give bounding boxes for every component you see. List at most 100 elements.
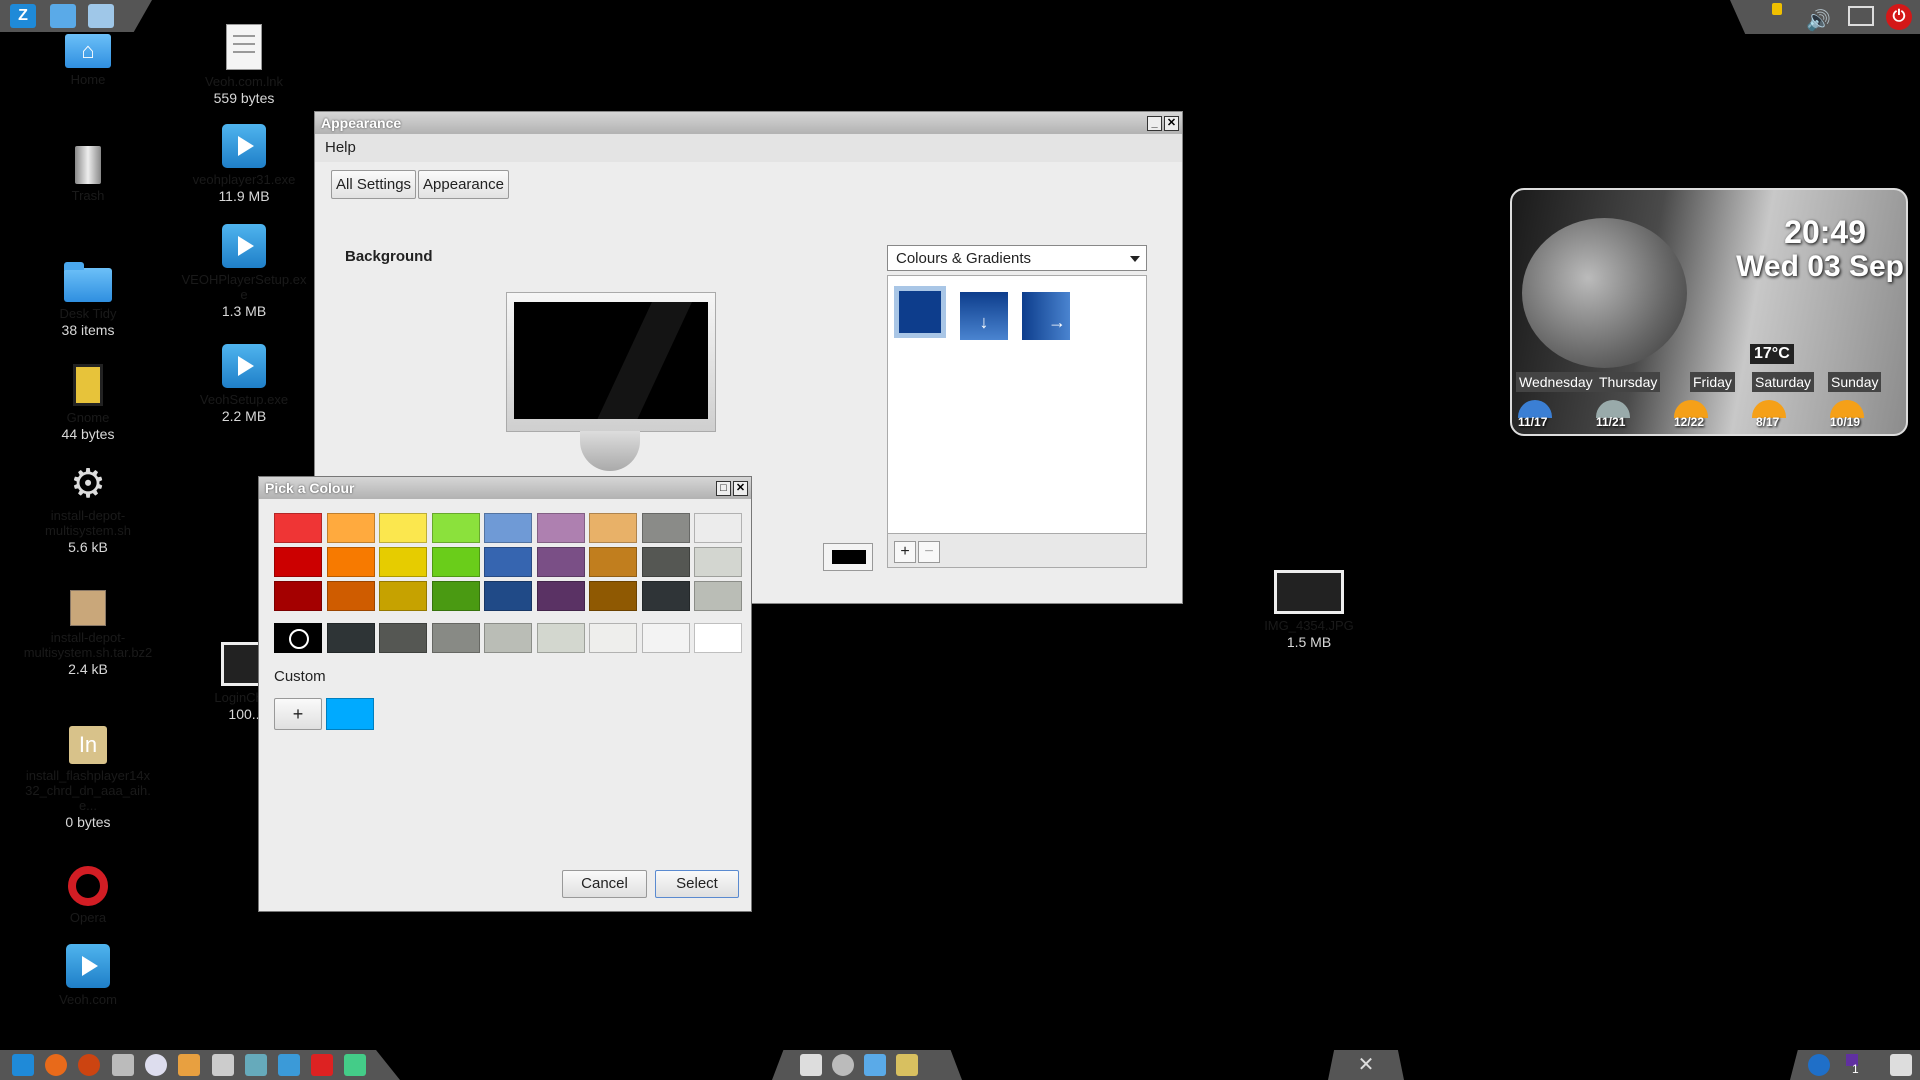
appearance-titlebar[interactable]: Appearance _ ✕ [315, 112, 1182, 134]
palette-swatch[interactable] [379, 623, 427, 653]
palette-swatch[interactable] [274, 513, 322, 543]
desktop-icon-flash-installer[interactable]: In install_flashplayer14x32_chrd_dn_aaa_… [23, 726, 153, 831]
flash-icon[interactable] [311, 1054, 333, 1076]
palette-swatch[interactable] [431, 547, 480, 577]
volume-icon[interactable]: 🔊 [1806, 8, 1831, 33]
palette-swatch[interactable] [274, 581, 322, 611]
close-icon[interactable]: ✕ [733, 481, 748, 496]
desktop-icon-veohplayer31[interactable]: veohplayer31.exe 11.9 MB [179, 124, 309, 205]
palette-swatch[interactable] [326, 547, 375, 577]
system-tools-icon[interactable]: ✕ [1355, 1054, 1377, 1076]
palette-swatch[interactable] [641, 547, 690, 577]
remove-icon[interactable]: − [918, 541, 940, 563]
palette-swatch[interactable] [326, 623, 375, 653]
clock-time: 20:49 [1784, 214, 1866, 250]
cancel-button[interactable]: Cancel [562, 870, 647, 898]
palette-swatch[interactable] [694, 547, 742, 577]
background-mode-select[interactable]: Colours & Gradients [887, 245, 1147, 271]
palette-swatch[interactable] [694, 581, 742, 611]
crumb-appearance[interactable]: Appearance [418, 170, 509, 199]
monitor-stand [580, 431, 640, 471]
colour-button[interactable] [823, 543, 873, 571]
palette-swatch[interactable] [379, 547, 427, 577]
palette-swatch[interactable] [431, 581, 480, 611]
palette-swatch[interactable] [326, 513, 375, 543]
close-icon[interactable]: ✕ [1164, 116, 1179, 131]
desktop-icon-img-4354[interactable]: IMG_4354.JPG 1.5 MB [1244, 570, 1374, 651]
desktop-icon-opera[interactable]: Opera [23, 866, 153, 925]
chat-icon[interactable] [145, 1054, 167, 1076]
accessibility-icon[interactable] [1808, 1054, 1830, 1076]
tools-icon[interactable] [896, 1054, 918, 1076]
archive-icon[interactable] [178, 1054, 200, 1076]
palette-swatch-selected[interactable] [274, 623, 322, 653]
desktop-icon-veohplayersetup[interactable]: VEOHPlayerSetup.exe 1.3 MB [179, 224, 309, 320]
pick-colour-titlebar[interactable]: Pick a Colour □ ✕ [259, 477, 751, 499]
palette-swatch[interactable] [484, 513, 532, 543]
desktop-icon-install-archive[interactable]: install-depot-multisystem.sh.tar.bz2 2.4… [23, 590, 153, 678]
power-icon[interactable]: ⏻ [1886, 4, 1912, 30]
desktop-icon-install-script[interactable]: ⚙ install-depot-multisystem.sh 5.6 kB [23, 464, 153, 556]
palette-swatch[interactable] [326, 581, 375, 611]
menu-help[interactable]: Help [325, 139, 356, 156]
palette-swatch[interactable] [641, 623, 690, 653]
palette-swatch[interactable] [641, 581, 690, 611]
crumb-all-settings[interactable]: All Settings [331, 170, 417, 199]
network-icon[interactable] [1848, 6, 1874, 26]
custom-colour-swatch[interactable] [326, 698, 374, 730]
gradient-horizontal[interactable]: → [1016, 286, 1070, 340]
desktop-icon-home[interactable]: ⌂ Home [23, 34, 153, 87]
zorin-menu-icon[interactable]: Z [10, 4, 36, 28]
zorin-menu-icon[interactable] [12, 1054, 34, 1076]
firefox-icon[interactable] [45, 1054, 67, 1076]
palette-swatch[interactable] [536, 547, 585, 577]
display-icon[interactable] [245, 1054, 267, 1076]
gradient-vertical[interactable]: ↓ [954, 286, 1008, 340]
palette-swatch[interactable] [431, 513, 480, 543]
palette-swatch[interactable] [536, 513, 585, 543]
calculator-icon[interactable] [212, 1054, 234, 1076]
maximize-icon[interactable]: □ [716, 481, 731, 496]
desktop-icon-desk-tidy[interactable]: Desk Tidy 38 items [23, 262, 153, 339]
settings-icon[interactable] [112, 1054, 134, 1076]
desktop-icon-veoh-lnk[interactable]: Veoh.com.lnk 559 bytes [179, 24, 309, 107]
minimize-icon[interactable]: _ [1147, 116, 1162, 131]
desktop-icon-veohsetup[interactable]: VeohSetup.exe 2.2 MB [179, 344, 309, 425]
palette-swatch[interactable] [431, 623, 480, 653]
palette-swatch[interactable] [379, 513, 427, 543]
palette-swatch[interactable] [379, 581, 427, 611]
search-icon[interactable] [832, 1054, 854, 1076]
palette-swatch[interactable] [536, 623, 585, 653]
palette-swatch[interactable] [484, 581, 532, 611]
folder-icon[interactable] [864, 1054, 886, 1076]
palette-swatch[interactable] [641, 513, 690, 543]
desktop-icon-size: 559 bytes [213, 90, 275, 106]
desktop-icon-veoh[interactable]: Veoh.com [23, 944, 153, 1007]
gradient-solid[interactable] [894, 286, 946, 338]
select-button[interactable]: Select [655, 870, 739, 898]
palette-swatch[interactable] [589, 581, 637, 611]
palette-swatch[interactable] [589, 547, 637, 577]
zorin-icon[interactable] [278, 1054, 300, 1076]
show-desktop-icon[interactable] [1890, 1054, 1912, 1076]
desktop-icon-trash[interactable]: Trash [23, 146, 153, 203]
palette-swatch[interactable] [694, 513, 742, 543]
palette-swatch[interactable] [589, 513, 637, 543]
palette-swatch[interactable] [589, 623, 637, 653]
add-custom-colour-button[interactable]: + [274, 698, 322, 730]
desktop-icon-gnome[interactable]: Gnome 44 bytes [23, 364, 153, 443]
palette-swatch[interactable] [484, 623, 532, 653]
files-icon[interactable] [88, 4, 114, 28]
home-folder-icon[interactable] [50, 4, 76, 28]
clock-date: Wed 03 Sep [1736, 250, 1904, 283]
lock-icon[interactable] [1772, 3, 1782, 15]
add-icon[interactable]: + [894, 541, 916, 563]
opera-icon[interactable] [78, 1054, 100, 1076]
puzzle-icon[interactable] [344, 1054, 366, 1076]
desktop-icon-size: 5.6 kB [68, 539, 108, 555]
palette-swatch[interactable] [536, 581, 585, 611]
palette-swatch[interactable] [694, 623, 742, 653]
text-editor-icon[interactable] [800, 1054, 822, 1076]
palette-swatch[interactable] [484, 547, 532, 577]
palette-swatch[interactable] [274, 547, 322, 577]
